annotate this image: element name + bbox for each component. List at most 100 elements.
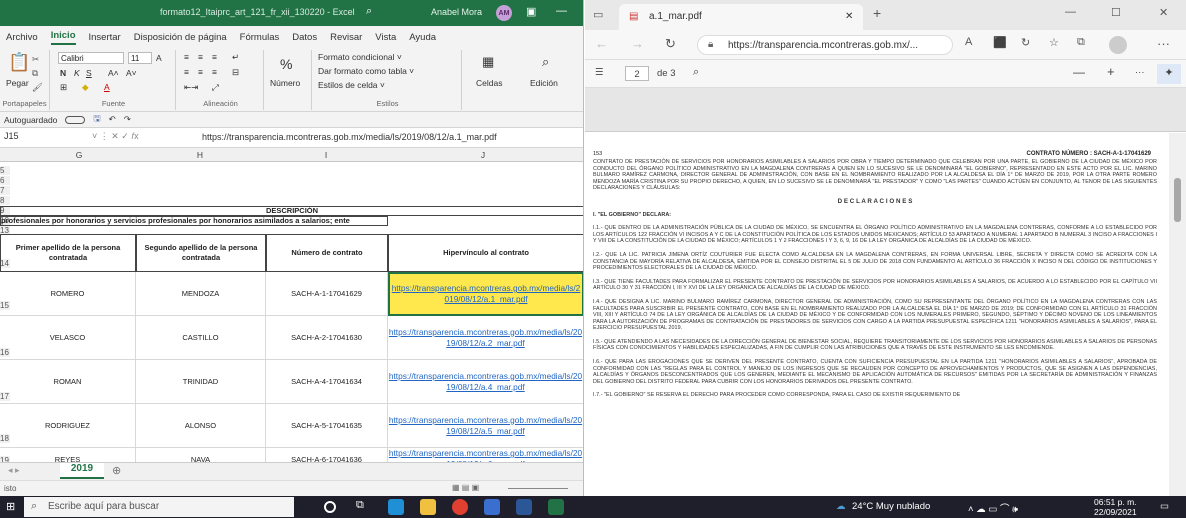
cell-contract-number[interactable]: SACH-A-2-17041630	[266, 316, 388, 360]
windows-start-icon[interactable]: ⊞	[6, 500, 15, 513]
cell-contract-number[interactable]: SACH-A-5-17041635	[266, 404, 388, 448]
pdf-more-icon[interactable]: ···	[1135, 67, 1145, 78]
column-header-j[interactable]: J	[388, 150, 578, 160]
align-middle-icon[interactable]: ≡	[198, 52, 203, 62]
cell-second-surname[interactable]: MENDOZA	[136, 272, 266, 316]
borders-icon[interactable]: ⊞	[60, 82, 67, 93]
scrollbar-thumb[interactable]	[1174, 178, 1181, 222]
paste-button[interactable]: Pegar	[6, 78, 29, 88]
refresh-icon[interactable]: ↻	[665, 36, 676, 52]
align-center-icon[interactable]: ≡	[198, 67, 203, 77]
cell-contract-link[interactable]: https://transparencia.mcontreras.gob.mx/…	[388, 404, 583, 448]
format-painter-icon[interactable]: 🖌	[32, 82, 43, 93]
format-table-button[interactable]: Dar formato como tabla ˅	[318, 66, 414, 76]
clock-time[interactable]: 06:51 p. m.	[1094, 497, 1137, 507]
font-size-select[interactable]: 11	[128, 52, 152, 64]
cell-contract-number[interactable]: SACH-A-4-17041634	[266, 360, 388, 404]
column-header-h[interactable]: H	[136, 150, 264, 160]
tab-revisar[interactable]: Revisar	[330, 32, 362, 43]
header-contract-number[interactable]: Número de contrato	[266, 234, 388, 272]
profile-avatar[interactable]	[1109, 36, 1127, 54]
chrome-icon[interactable]	[452, 499, 468, 515]
find-icon[interactable]: ⌕	[542, 54, 549, 70]
sheet-tab-2019[interactable]: 2019	[60, 463, 104, 479]
forward-icon[interactable]: →	[631, 36, 644, 51]
cell-first-surname[interactable]: VELASCO	[0, 316, 136, 360]
teams-icon[interactable]	[484, 499, 500, 515]
ribbon-display-icon[interactable]: ▣	[526, 5, 536, 18]
close-window-icon[interactable]: ✕	[1159, 6, 1168, 19]
undo-icon[interactable]: ↶	[109, 114, 116, 125]
tab-formulas[interactable]: Fórmulas	[240, 32, 280, 43]
sheet-nav-icons[interactable]: ◂ ▸	[8, 465, 20, 476]
paste-icon[interactable]: 📋	[8, 52, 30, 73]
merge-icon[interactable]: ⊟	[232, 67, 239, 78]
align-top-icon[interactable]: ≡	[184, 52, 189, 62]
tab-disposicion[interactable]: Disposición de página	[134, 32, 227, 43]
row-number[interactable]: 5	[0, 166, 10, 175]
autosave-toggle[interactable]	[65, 115, 86, 124]
font-color-icon[interactable]: A	[104, 82, 110, 92]
font-name-select[interactable]: Calibri	[58, 52, 124, 64]
underline-icon[interactable]: S	[86, 68, 92, 78]
column-header-g[interactable]: G	[24, 150, 134, 160]
cortana-icon[interactable]	[324, 501, 336, 513]
search-icon[interactable]: ⌕	[366, 5, 372, 18]
fill-color-icon[interactable]: ◆	[82, 82, 89, 93]
bold-icon[interactable]: N	[60, 68, 66, 78]
tab-insertar[interactable]: Insertar	[89, 32, 121, 43]
find-icon[interactable]: ⌕	[693, 66, 699, 79]
address-bar[interactable]: 🔒︎ https://transparencia.mcontreras.gob.…	[697, 35, 953, 55]
copy-icon[interactable]: ⧉	[32, 68, 38, 79]
cells-icon[interactable]: ▦	[482, 54, 494, 70]
minimize-icon[interactable]: —	[556, 5, 567, 17]
header-contract-link[interactable]: Hipervínculo al contrato	[388, 234, 583, 272]
zoom-slider[interactable]	[508, 488, 568, 489]
tab-datos[interactable]: Datos	[292, 32, 317, 43]
row-number[interactable]: 7	[0, 186, 10, 195]
cell-contract-link[interactable]: https://transparencia.mcontreras.gob.mx/…	[388, 316, 583, 360]
cell-contract-link[interactable]: https://transparencia.mcontreras.gob.mx/…	[388, 360, 583, 404]
increase-font-icon[interactable]: A˄	[108, 68, 119, 78]
tab-actions-icon[interactable]: ▭	[593, 8, 603, 21]
view-icons[interactable]: ▦ ▤ ▣	[452, 483, 479, 492]
clock-date[interactable]: 22/09/2021	[1094, 507, 1137, 517]
cell-second-surname[interactable]: CASTILLO	[136, 316, 266, 360]
italic-icon[interactable]: K	[74, 68, 80, 78]
cell-styles-button[interactable]: Estilos de celda ˅	[318, 80, 385, 90]
excel-taskbar-icon[interactable]	[548, 499, 564, 515]
grow-font-icon[interactable]: A	[156, 53, 162, 63]
add-sheet-icon[interactable]: ⊕	[112, 464, 121, 477]
row-number[interactable]: 8	[0, 196, 10, 205]
header-second-surname[interactable]: Segundo apellido de la persona contratad…	[136, 234, 266, 272]
header-first-surname[interactable]: Primer apellido de la persona contratada	[0, 234, 136, 272]
name-box[interactable]: J15	[4, 131, 74, 145]
align-bottom-icon[interactable]: ≡	[212, 52, 217, 62]
new-tab-icon[interactable]: +	[873, 5, 881, 21]
weather-text[interactable]: 24°C Muy nublado	[852, 501, 930, 512]
tab-archivo[interactable]: Archivo	[6, 32, 38, 43]
conditional-format-button[interactable]: Formato condicional ˅	[318, 52, 402, 62]
more-icon[interactable]: ···	[1157, 36, 1170, 51]
formula-input[interactable]: https://transparencia.mcontreras.gob.mx/…	[202, 132, 497, 142]
minimize-icon[interactable]: —	[1065, 6, 1076, 18]
contents-icon[interactable]: ☰	[595, 67, 604, 78]
description-cell[interactable]: profesionales por honorarios y servicios…	[0, 216, 388, 226]
cell-first-surname[interactable]: ROMAN	[0, 360, 136, 404]
edge-icon[interactable]	[388, 499, 404, 515]
row-number[interactable]: 6	[0, 176, 10, 185]
cells-button[interactable]: Celdas	[476, 78, 502, 88]
cell-first-surname[interactable]: RODRIGUEZ	[0, 404, 136, 448]
favorites-icon[interactable]: ☆	[1049, 36, 1059, 49]
page-number-input[interactable]: 2	[625, 66, 649, 81]
file-explorer-icon[interactable]	[420, 499, 436, 515]
avatar[interactable]: AM	[496, 5, 512, 21]
weather-icon[interactable]: ☁	[836, 501, 846, 512]
indent-icon[interactable]: ⇤⇥	[184, 82, 198, 93]
align-left-icon[interactable]: ≡	[184, 67, 189, 77]
back-icon[interactable]: ←	[595, 36, 608, 51]
align-right-icon[interactable]: ≡	[212, 67, 217, 77]
decrease-font-icon[interactable]: A˅	[126, 68, 137, 78]
read-aloud-icon[interactable]: A	[965, 36, 972, 48]
tab-vista[interactable]: Vista	[375, 32, 396, 43]
